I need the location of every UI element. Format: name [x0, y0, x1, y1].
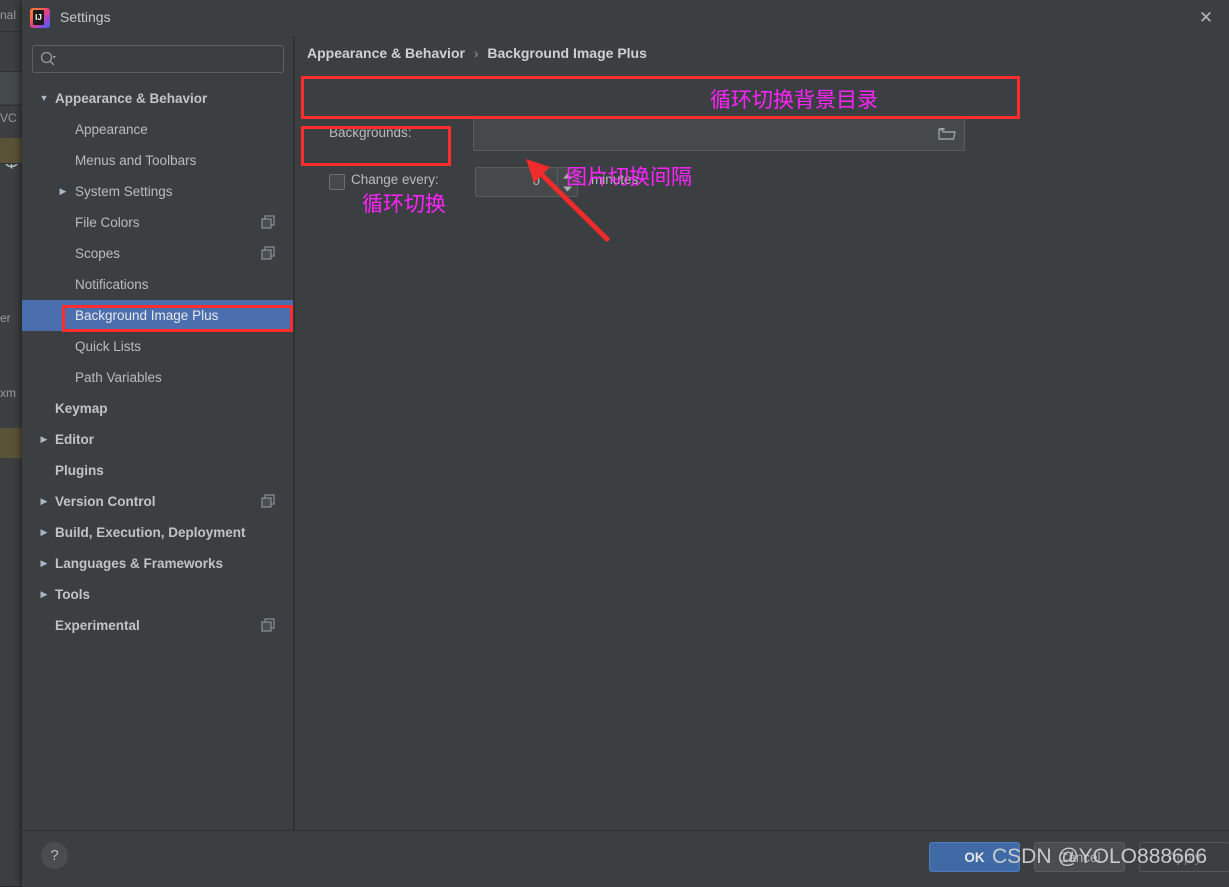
sidebar-item-system-settings[interactable]: ▶ System Settings	[22, 176, 293, 207]
ok-button[interactable]: OK	[929, 842, 1020, 872]
chevron-down-icon[interactable]: ▼	[37, 83, 51, 114]
dialog-footer: ? OK Cancel Apply	[22, 830, 1229, 887]
chevron-right-icon[interactable]: ▶	[37, 486, 51, 517]
search-box[interactable]	[32, 45, 284, 73]
sidebar-item-tools[interactable]: ▶ Tools	[22, 579, 293, 610]
sidebar-item-label: Quick Lists	[75, 339, 142, 354]
copy-icon	[261, 618, 275, 632]
sidebar-item-quick-lists[interactable]: Quick Lists	[22, 331, 293, 362]
sidebar-item-label: File Colors	[75, 215, 140, 230]
sidebar-item-notifications[interactable]: Notifications	[22, 269, 293, 300]
sidebar-item-scopes[interactable]: Scopes	[22, 238, 293, 269]
chevron-down-icon	[52, 56, 56, 59]
change-every-input[interactable]	[476, 168, 548, 194]
breadcrumb-separator: ›	[473, 45, 479, 61]
change-every-label[interactable]: Change every:	[351, 172, 439, 187]
settings-dialog: IJ Settings ✕ ▼ Appearance & Behavior Appe…	[22, 0, 1229, 887]
sidebar-item-label: Build, Execution, Deployment	[55, 525, 246, 540]
chevron-right-icon[interactable]: ▶	[37, 424, 51, 455]
copy-icon	[261, 246, 275, 260]
close-icon[interactable]: ✕	[1193, 5, 1219, 31]
search-input[interactable]	[63, 46, 281, 72]
change-every-checkbox[interactable]	[329, 174, 345, 190]
backgrounds-label: Backgrounds:	[329, 125, 412, 140]
dialog-body: ▼ Appearance & Behavior Appearance Menus an…	[22, 36, 1229, 830]
settings-main-panel: Appearance & Behavior › Background Image…	[295, 36, 1229, 830]
stepper-buttons[interactable]	[557, 168, 577, 194]
folder-icon[interactable]	[938, 126, 956, 141]
caret-up-icon[interactable]	[558, 168, 577, 181]
sidebar-item-label: Path Variables	[75, 370, 162, 385]
dialog-titlebar: IJ Settings ✕	[22, 0, 1229, 36]
cancel-button[interactable]: Cancel	[1034, 842, 1125, 872]
sidebar-item-build-execution-deployment[interactable]: ▶ Build, Execution, Deployment	[22, 517, 293, 548]
breadcrumb-current: Background Image Plus	[487, 45, 647, 61]
sidebar-item-label: Background Image Plus	[75, 308, 219, 323]
breadcrumb-parent[interactable]: Appearance & Behavior	[307, 45, 465, 61]
chevron-right-icon[interactable]: ▶	[37, 517, 51, 548]
intellij-idea-logo-icon: IJ	[30, 8, 50, 28]
sidebar-item-label: Editor	[55, 432, 94, 447]
settings-tree[interactable]: ▼ Appearance & Behavior Appearance Menus an…	[22, 83, 293, 823]
sidebar-item-version-control[interactable]: ▶ Version Control	[22, 486, 293, 517]
sidebar-item-label: Appearance	[75, 122, 148, 137]
chevron-right-icon[interactable]: ▶	[37, 579, 51, 610]
sidebar-item-languages-frameworks[interactable]: ▶ Languages & Frameworks	[22, 548, 293, 579]
copy-icon	[261, 494, 275, 508]
sidebar-item-label: Scopes	[75, 246, 121, 261]
sidebar-item-editor[interactable]: ▶ Editor	[22, 424, 293, 455]
sidebar-item-label: Appearance & Behavior	[55, 91, 208, 106]
sidebar-item-label: Version Control	[55, 494, 156, 509]
apply-button[interactable]: Apply	[1139, 842, 1229, 872]
dialog-title: Settings	[60, 9, 111, 25]
sidebar-item-path-variables[interactable]: Path Variables	[22, 362, 293, 393]
chevron-right-icon[interactable]: ▶	[56, 176, 70, 207]
sidebar-item-experimental[interactable]: Experimental	[22, 610, 293, 641]
breadcrumb: Appearance & Behavior › Background Image…	[307, 45, 647, 61]
sidebar-item-menus-and-toolbars[interactable]: Menus and Toolbars	[22, 145, 293, 176]
change-every-stepper[interactable]	[475, 167, 578, 197]
sidebar-item-label: Languages & Frameworks	[55, 556, 224, 571]
caret-down-icon[interactable]	[558, 181, 577, 194]
search-icon	[40, 51, 56, 66]
help-button[interactable]: ?	[41, 842, 68, 869]
sidebar-item-label: Tools	[55, 587, 90, 602]
sidebar-item-label: Experimental	[55, 618, 140, 633]
sidebar-item-label: Keymap	[55, 401, 108, 416]
sidebar-item-plugins[interactable]: Plugins	[22, 455, 293, 486]
sidebar-item-label: Plugins	[55, 463, 104, 478]
sidebar-item-appearance-behavior[interactable]: ▼ Appearance & Behavior	[22, 83, 293, 114]
sidebar-item-label: Menus and Toolbars	[75, 153, 197, 168]
sidebar-item-label: System Settings	[75, 184, 173, 199]
sidebar-item-keymap[interactable]: Keymap	[22, 393, 293, 424]
backgrounds-input[interactable]	[480, 118, 902, 150]
sidebar-item-appearance[interactable]: Appearance	[22, 114, 293, 145]
sidebar-item-label: Notifications	[75, 277, 149, 292]
settings-sidebar: ▼ Appearance & Behavior Appearance Menus an…	[22, 36, 293, 830]
backgrounds-field[interactable]	[473, 117, 965, 151]
chevron-right-icon[interactable]: ▶	[37, 548, 51, 579]
minutes-label: minutes	[591, 172, 639, 187]
copy-icon	[261, 215, 275, 229]
sidebar-item-file-colors[interactable]: File Colors	[22, 207, 293, 238]
sidebar-item-background-image-plus[interactable]: Background Image Plus	[22, 300, 293, 331]
